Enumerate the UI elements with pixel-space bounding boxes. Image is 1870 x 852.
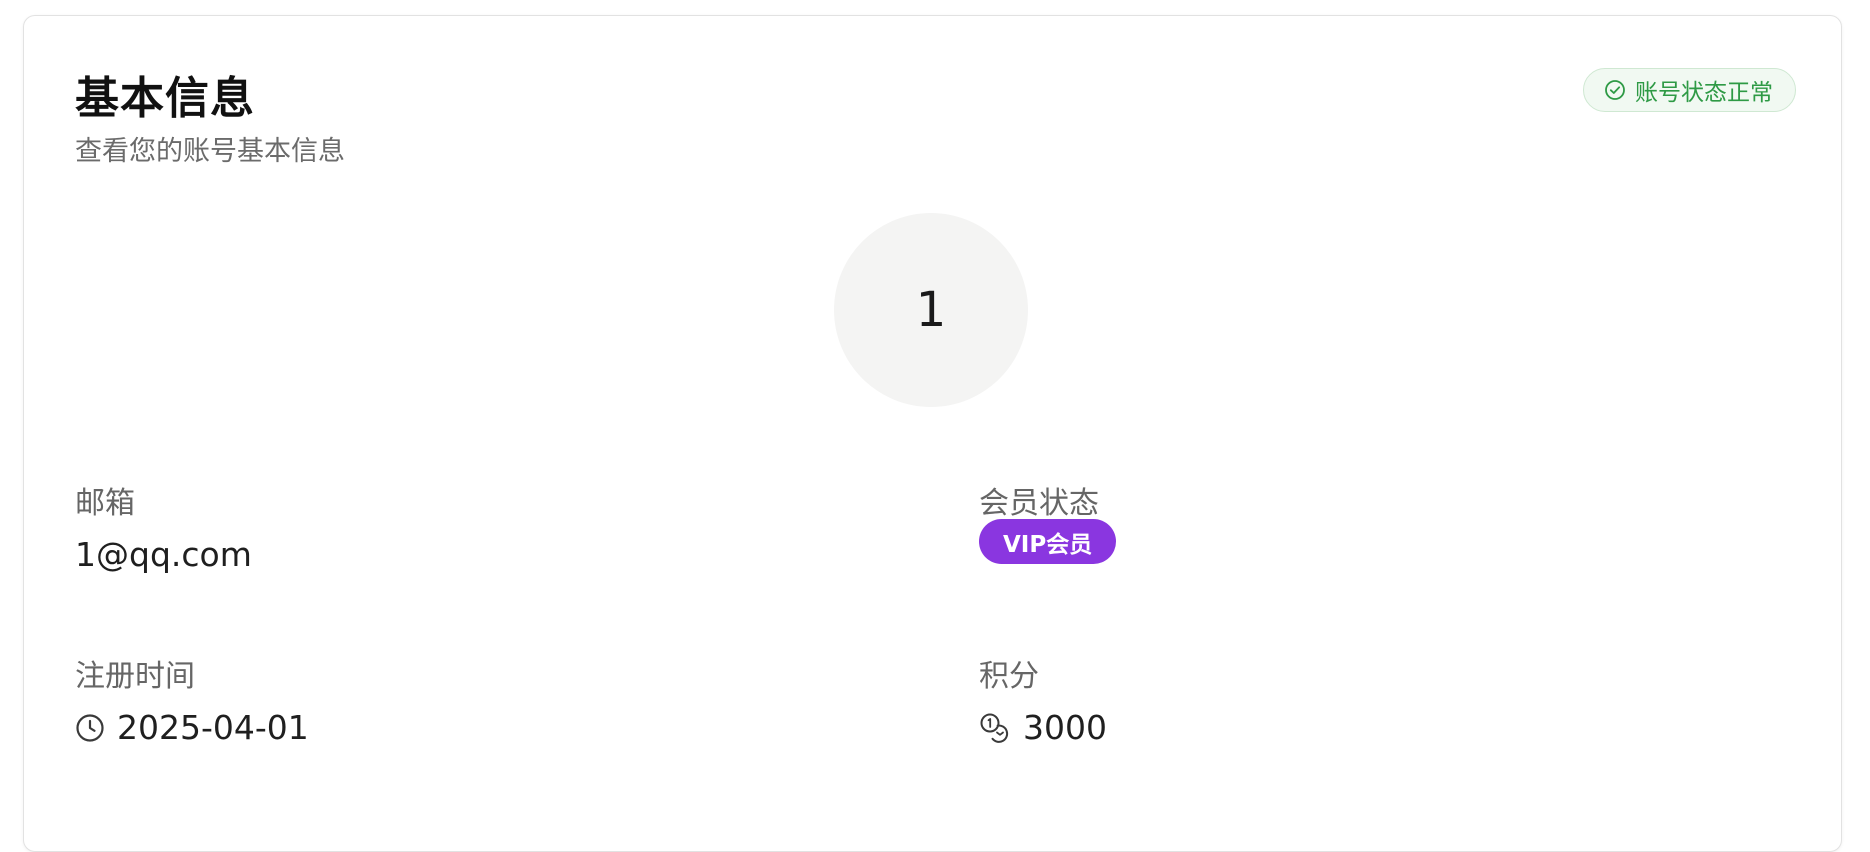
vip-badge-label: VIP会员 [1003, 531, 1093, 558]
avatar: 1 [834, 213, 1028, 407]
check-circle-icon [1604, 79, 1626, 101]
points-value: 3000 [979, 708, 1107, 747]
membership-label: 会员状态 [979, 486, 1099, 521]
card-subtitle: 查看您的账号基本信息 [75, 136, 345, 167]
registered-value: 2025-04-01 [75, 708, 309, 747]
basic-info-card: 基本信息 查看您的账号基本信息 账号状态正常 1 邮箱 1@qq.com 会员状… [23, 15, 1842, 852]
registered-date: 2025-04-01 [117, 708, 309, 747]
email-value: 1@qq.com [75, 535, 252, 574]
clock-icon [75, 713, 105, 743]
email-label: 邮箱 [75, 486, 135, 521]
card-title: 基本信息 [75, 73, 255, 124]
points-number: 3000 [1023, 708, 1107, 747]
points-label: 积分 [979, 659, 1039, 694]
avatar-initial: 1 [915, 282, 947, 338]
account-status-label: 账号状态正常 [1635, 80, 1773, 106]
email-text: 1@qq.com [75, 535, 252, 574]
coins-icon [979, 712, 1011, 744]
registered-label: 注册时间 [75, 659, 195, 694]
account-status-badge: 账号状态正常 [1583, 68, 1796, 112]
vip-badge: VIP会员 [979, 519, 1117, 564]
